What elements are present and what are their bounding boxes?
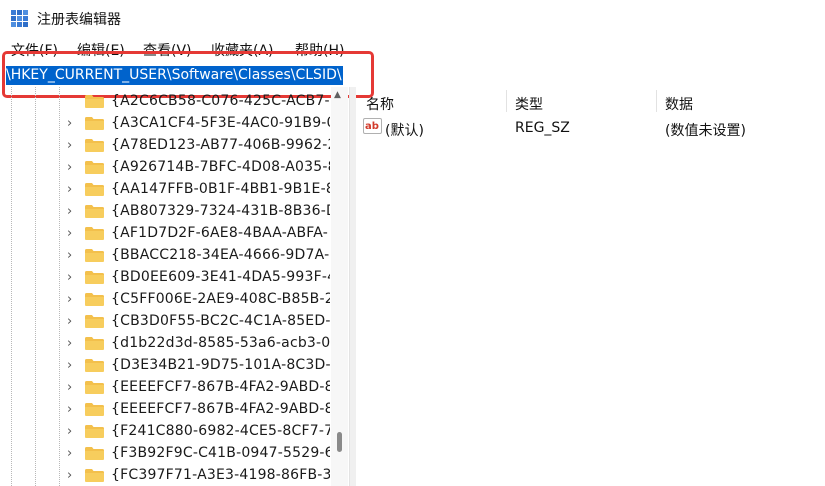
tree-item-label: {A2C6CB58-C076-425C-ACB7-6 [111,93,330,109]
chevron-right-icon[interactable]: › [67,204,72,219]
tree-item[interactable]: › {CB3D0F55-BC2C-4C1A-85ED-2 [0,310,330,332]
value-name: (默认) [385,123,424,139]
address-input[interactable]: \HKEY_CURRENT_USER\Software\Classes\CLSI… [6,66,343,85]
chevron-right-icon[interactable]: › [67,248,72,263]
folder-icon [85,249,104,262]
column-separator[interactable] [656,90,657,112]
window-title: 注册表编辑器 [37,12,121,28]
folder-icon [85,139,104,152]
scroll-up-arrow-icon[interactable]: ▲ [334,90,341,100]
tree-item[interactable]: › {d1b22d3d-8585-53a6-acb3-0 [0,332,330,354]
tree-item[interactable]: › {AF1D7D2F-6AE8-4BAA-ABFA- [0,222,330,244]
tree-item-label: {D3E34B21-9D75-101A-8C3D-0 [111,357,330,373]
chevron-right-icon[interactable]: › [67,138,72,153]
folder-icon [85,447,104,460]
scroll-thumb[interactable] [337,432,342,452]
tree-item-label: {FC397F71-A3E3-4198-86FB-39 [111,467,330,483]
chevron-right-icon[interactable]: › [67,182,72,197]
menu-help[interactable]: 帮助(H) [295,40,344,60]
folder-icon [85,271,104,284]
tree-item[interactable]: › {BBACC218-34EA-4666-9D7A- [0,244,330,266]
tree-item[interactable]: › {AB807329-7324-431B-8B36-D [0,200,330,222]
menu-file[interactable]: 文件(F) [11,40,58,60]
folder-icon [85,403,104,416]
title-bar: 注册表编辑器 [0,0,825,36]
tree-item[interactable]: › {BD0EE609-3E41-4DA5-993F-4 [0,266,330,288]
folder-icon [85,315,104,328]
folder-icon [85,117,104,130]
chevron-right-icon[interactable]: › [67,402,72,417]
tree-item-label: {AB807329-7324-431B-8B36-D [111,203,330,219]
chevron-right-icon[interactable]: › [67,116,72,131]
tree-item-label: {A78ED123-AB77-406B-9962-2 [111,137,330,153]
key-tree-pane: {A2C6CB58-C076-425C-ACB7-6 › {A3CA1CF4-5… [0,87,348,486]
string-value-icon: ab [363,118,382,134]
tree-item[interactable]: › {AA147FFB-0B1F-4BB1-9B1E-8 [0,178,330,200]
folder-icon [85,183,104,196]
regedit-icon [11,10,28,27]
tree-item-label: {EEEEFCF7-867B-4FA2-9ABD-8 [111,401,330,417]
folder-icon [85,469,104,482]
tree-item[interactable]: › {D3E34B21-9D75-101A-8C3D-0 [0,354,330,376]
menu-edit[interactable]: 编辑(E) [77,40,125,60]
tree-item[interactable]: › {C5FF006E-2AE9-408C-B85B-2 [0,288,330,310]
menu-favorites[interactable]: 收藏夹(A) [211,40,274,60]
tree-item[interactable]: › {A78ED123-AB77-406B-9962-2 [0,134,330,156]
tree-item[interactable]: › {A926714B-7BFC-4D08-A035-8 [0,156,330,178]
values-pane: 名称 类型 数据 ab (默认) REG_SZ (数值未设置) [356,87,825,486]
tree-item-label: {A926714B-7BFC-4D08-A035-8 [111,159,330,175]
tree-item-label: {BD0EE609-3E41-4DA5-993F-4 [111,269,330,285]
tree-item[interactable]: › {EEEEFCF7-867B-4FA2-9ABD-8 [0,398,330,420]
registry-editor-window: 注册表编辑器 文件(F) 编辑(E) 查看(V) 收藏夹(A) 帮助(H) \H… [0,0,825,486]
tree-item-label: {EEEEFCF7-867B-4FA2-9ABD-8 [111,379,330,395]
svg-text:ab: ab [365,121,379,132]
tree-item-label: {CB3D0F55-BC2C-4C1A-85ED-2 [111,313,330,329]
chevron-right-icon[interactable]: › [67,468,72,483]
value-data: (数值未设置) [665,123,746,139]
chevron-right-icon[interactable]: › [67,314,72,329]
pane-splitter[interactable] [349,87,356,486]
tree-item-label: {F3B92F9C-C41B-0947-5529-6 [111,445,330,461]
chevron-right-icon[interactable]: › [67,424,72,439]
tree-item-label: {AF1D7D2F-6AE8-4BAA-ABFA- [111,225,328,241]
tree-item-label: {A3CA1CF4-5F3E-4AC0-91B9-0 [111,115,330,131]
chevron-right-icon[interactable]: › [67,292,72,307]
tree-item[interactable]: › {A3CA1CF4-5F3E-4AC0-91B9-0 [0,112,330,134]
tree-item-label: {AA147FFB-0B1F-4BB1-9B1E-8 [111,181,330,197]
chevron-right-icon[interactable]: › [67,446,72,461]
chevron-right-icon[interactable]: › [67,336,72,351]
folder-icon [85,337,104,350]
menu-view[interactable]: 查看(V) [143,40,192,60]
tree-item[interactable]: {A2C6CB58-C076-425C-ACB7-6 [0,90,330,112]
folder-icon [85,205,104,218]
chevron-right-icon[interactable]: › [67,358,72,373]
address-bar[interactable]: \HKEY_CURRENT_USER\Software\Classes\CLSI… [0,63,825,87]
tree-scrollbar[interactable]: ▲ [331,87,348,486]
folder-icon [85,359,104,372]
chevron-right-icon[interactable]: › [67,380,72,395]
folder-icon [85,95,104,108]
column-separator[interactable] [506,90,507,112]
folder-icon [85,293,104,306]
tree-item[interactable]: › {FC397F71-A3E3-4198-86FB-39 [0,464,330,486]
value-type: REG_SZ [515,120,570,136]
folder-icon [85,161,104,174]
tree-item-label: {F241C880-6982-4CE5-8CF7-7 [111,423,330,439]
tree-item-label: {d1b22d3d-8585-53a6-acb3-0 [111,335,330,351]
tree-item-label: {BBACC218-34EA-4666-9D7A- [111,247,330,263]
tree-item-label: {C5FF006E-2AE9-408C-B85B-2 [111,291,330,307]
menu-bar: 文件(F) 编辑(E) 查看(V) 收藏夹(A) 帮助(H) [0,38,825,62]
folder-icon [85,425,104,438]
tree-item[interactable]: › {EEEEFCF7-867B-4FA2-9ABD-8 [0,376,330,398]
chevron-right-icon[interactable]: › [67,160,72,175]
column-header-data[interactable]: 数据 [665,94,693,114]
folder-icon [85,381,104,394]
chevron-right-icon[interactable]: › [67,226,72,241]
chevron-right-icon[interactable]: › [67,270,72,285]
tree-item[interactable]: › {F241C880-6982-4CE5-8CF7-7 [0,420,330,442]
tree-item[interactable]: › {F3B92F9C-C41B-0947-5529-6 [0,442,330,464]
folder-icon [85,227,104,240]
column-header-type[interactable]: 类型 [515,94,543,114]
column-header-name[interactable]: 名称 [366,94,394,114]
